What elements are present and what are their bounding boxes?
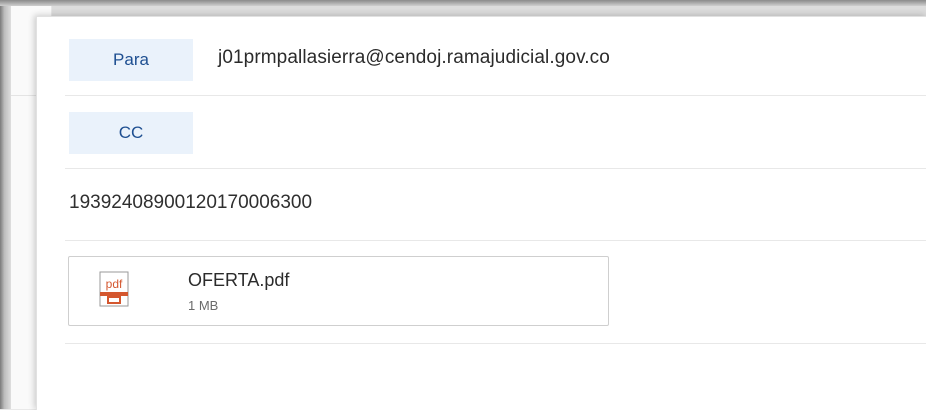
to-recipient[interactable]: j01prmpallasierra@cendoj.ramajudicial.go… [218,47,610,69]
cc-button-label: CC [118,123,144,142]
window-edge-shadow [0,0,11,409]
attachments-row: pdf OFERTA.pdf 1 MB [65,240,926,344]
attachment-file-size: 1 MB [188,298,219,313]
window-top-shadow [0,0,926,6]
subject-text[interactable]: 19392408900120170006300 [69,192,312,214]
message-compose-pane: Para j01prmpallasierra@cendoj.ramajudici… [36,16,926,410]
cc-row: CC [65,95,926,169]
to-row: Para j01prmpallasierra@cendoj.ramajudici… [65,17,926,96]
cc-button[interactable]: CC [69,112,193,154]
attachment-card[interactable]: pdf OFERTA.pdf 1 MB [68,256,609,326]
to-button[interactable]: Para [69,39,193,81]
pdf-icon-label: pdf [106,277,123,291]
attachment-file-name: OFERTA.pdf [188,270,290,290]
to-button-label: Para [113,50,149,69]
subject-row: 19392408900120170006300 [65,168,926,241]
window-frame: Para j01prmpallasierra@cendoj.ramajudici… [0,0,926,410]
pdf-file-icon: pdf [99,271,129,307]
